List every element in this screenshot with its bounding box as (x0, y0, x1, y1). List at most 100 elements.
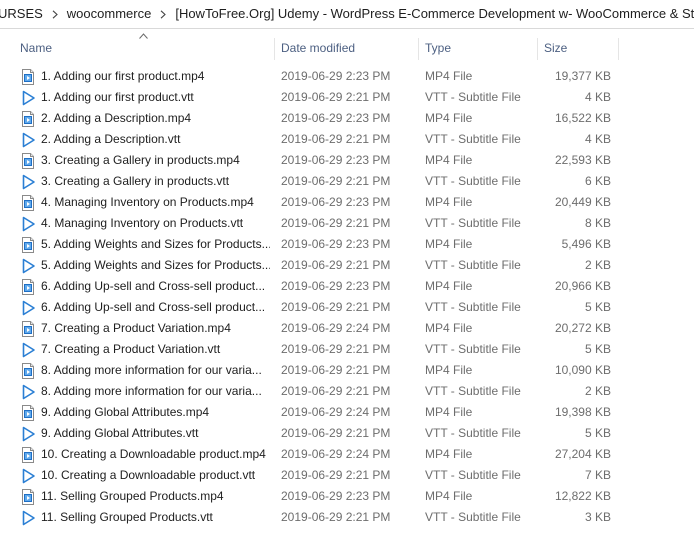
mp4-file-icon (20, 405, 36, 421)
file-size: 2 KB (584, 258, 611, 272)
breadcrumb-item-courses[interactable]: URSES (0, 0, 47, 28)
mp4-file-icon (20, 447, 36, 463)
mp4-file-icon (20, 111, 36, 127)
column-header-type[interactable]: Type (425, 36, 535, 61)
file-row[interactable]: 2. Adding a Description.vtt 2019-06-29 2:… (0, 129, 694, 150)
file-row[interactable]: 7. Creating a Product Variation.mp4 2019-… (0, 318, 694, 339)
file-size: 20,272 KB (554, 321, 611, 335)
file-row[interactable]: 8. Adding more information for our varia… (0, 381, 694, 402)
file-name: 3. Creating a Gallery in products.mp4 (41, 153, 240, 167)
file-name: 9. Adding Global Attributes.vtt (41, 426, 199, 440)
file-type: VTT - Subtitle File (425, 300, 521, 314)
column-divider[interactable] (274, 38, 275, 60)
file-type: VTT - Subtitle File (425, 258, 521, 272)
chevron-right-icon[interactable] (155, 0, 171, 28)
file-size: 10,090 KB (554, 363, 611, 377)
file-size: 20,966 KB (554, 279, 611, 293)
file-name: 5. Adding Weights and Sizes for Products… (41, 258, 270, 272)
file-size: 19,377 KB (554, 69, 611, 83)
file-type: MP4 File (425, 237, 473, 251)
file-type: MP4 File (425, 321, 473, 335)
file-row[interactable]: 1. Adding our first product.mp4 2019-06-2… (0, 66, 694, 87)
breadcrumb-item-woocommerce[interactable]: woocommerce (63, 0, 156, 28)
file-type: VTT - Subtitle File (425, 426, 521, 440)
column-divider[interactable] (537, 38, 538, 60)
breadcrumb-item-current-folder[interactable]: [HowToFree.Org] Udemy - WordPress E-Comm… (171, 0, 694, 28)
file-name: 1. Adding our first product.vtt (41, 90, 194, 104)
file-row[interactable]: 1. Adding our first product.vtt 2019-06-2… (0, 87, 694, 108)
column-header-size[interactable]: Size (544, 36, 614, 61)
column-header-row: Name Date modified Type Size (0, 36, 694, 61)
file-date-modified: 2019-06-29 2:21 PM (281, 132, 391, 146)
file-row[interactable]: 5. Adding Weights and Sizes for Products… (0, 255, 694, 276)
vtt-file-icon (20, 132, 36, 148)
file-row[interactable]: 2. Adding a Description.mp4 2019-06-29 2:… (0, 108, 694, 129)
file-row[interactable]: 10. Creating a Downloadable product.mp4 2… (0, 444, 694, 465)
file-row[interactable]: 3. Creating a Gallery in products.vtt 201… (0, 171, 694, 192)
file-date-modified: 2019-06-29 2:23 PM (281, 279, 391, 293)
vtt-file-icon (20, 90, 36, 106)
file-row[interactable]: 9. Adding Global Attributes.mp4 2019-06-2… (0, 402, 694, 423)
file-date-modified: 2019-06-29 2:21 PM (281, 174, 391, 188)
file-size: 22,593 KB (554, 153, 611, 167)
file-date-modified: 2019-06-29 2:21 PM (281, 90, 391, 104)
address-bar[interactable]: URSES woocommerce [HowToFree.Org] Udemy … (0, 0, 694, 29)
chevron-right-icon[interactable] (47, 0, 63, 28)
file-name: 9. Adding Global Attributes.mp4 (41, 405, 210, 419)
file-size: 4 KB (584, 90, 611, 104)
file-size: 3 KB (584, 510, 611, 524)
file-type: VTT - Subtitle File (425, 510, 521, 524)
file-date-modified: 2019-06-29 2:24 PM (281, 405, 391, 419)
file-size: 4 KB (584, 132, 611, 146)
file-type: MP4 File (425, 279, 473, 293)
file-row[interactable]: 10. Creating a Downloadable product.vtt 2… (0, 465, 694, 486)
column-header-date-modified[interactable]: Date modified (281, 36, 416, 61)
file-size: 12,822 KB (554, 489, 611, 503)
file-type: VTT - Subtitle File (425, 216, 521, 230)
file-name: 8. Adding more information for our varia… (41, 363, 262, 377)
file-size: 19,398 KB (554, 405, 611, 419)
file-row[interactable]: 4. Managing Inventory on Products.vtt 201… (0, 213, 694, 234)
file-name: 7. Creating a Product Variation.mp4 (41, 321, 231, 335)
file-size: 16,522 KB (554, 111, 611, 125)
file-row[interactable]: 7. Creating a Product Variation.vtt 2019-… (0, 339, 694, 360)
file-row[interactable]: 4. Managing Inventory on Products.mp4 201… (0, 192, 694, 213)
file-type: VTT - Subtitle File (425, 90, 521, 104)
file-name: 11. Selling Grouped Products.mp4 (41, 489, 224, 503)
file-type: MP4 File (425, 195, 473, 209)
file-name: 11. Selling Grouped Products.vtt (41, 510, 213, 524)
file-row[interactable]: 8. Adding more information for our varia… (0, 360, 694, 381)
file-date-modified: 2019-06-29 2:23 PM (281, 153, 391, 167)
file-explorer-window: URSES woocommerce [HowToFree.Org] Udemy … (0, 0, 694, 557)
file-type: MP4 File (425, 69, 473, 83)
file-date-modified: 2019-06-29 2:21 PM (281, 363, 391, 377)
column-divider[interactable] (618, 38, 619, 60)
file-date-modified: 2019-06-29 2:23 PM (281, 195, 391, 209)
file-type: MP4 File (425, 447, 473, 461)
file-row[interactable]: 5. Adding Weights and Sizes for Products… (0, 234, 694, 255)
file-name: 2. Adding a Description.vtt (41, 132, 181, 146)
column-header-name[interactable]: Name (20, 36, 270, 61)
file-size: 5 KB (584, 426, 611, 440)
mp4-file-icon (20, 195, 36, 211)
file-name: 8. Adding more information for our varia… (41, 384, 262, 398)
mp4-file-icon (20, 363, 36, 379)
file-type: VTT - Subtitle File (425, 174, 521, 188)
file-row[interactable]: 6. Adding Up-sell and Cross-sell product… (0, 276, 694, 297)
file-date-modified: 2019-06-29 2:21 PM (281, 258, 391, 272)
file-type: VTT - Subtitle File (425, 468, 521, 482)
file-name: 7. Creating a Product Variation.vtt (41, 342, 221, 356)
file-size: 5 KB (584, 342, 611, 356)
file-date-modified: 2019-06-29 2:24 PM (281, 321, 391, 335)
file-row[interactable]: 9. Adding Global Attributes.vtt 2019-06-2… (0, 423, 694, 444)
vtt-file-icon (20, 174, 36, 190)
column-divider[interactable] (418, 38, 419, 60)
file-size: 5 KB (584, 300, 611, 314)
file-size: 8 KB (584, 216, 611, 230)
file-row[interactable]: 3. Creating a Gallery in products.mp4 201… (0, 150, 694, 171)
file-row[interactable]: 11. Selling Grouped Products.vtt 2019-06-… (0, 507, 694, 528)
file-size: 5,496 KB (561, 237, 611, 251)
file-row[interactable]: 11. Selling Grouped Products.mp4 2019-06-… (0, 486, 694, 507)
file-type: MP4 File (425, 153, 473, 167)
file-row[interactable]: 6. Adding Up-sell and Cross-sell product… (0, 297, 694, 318)
